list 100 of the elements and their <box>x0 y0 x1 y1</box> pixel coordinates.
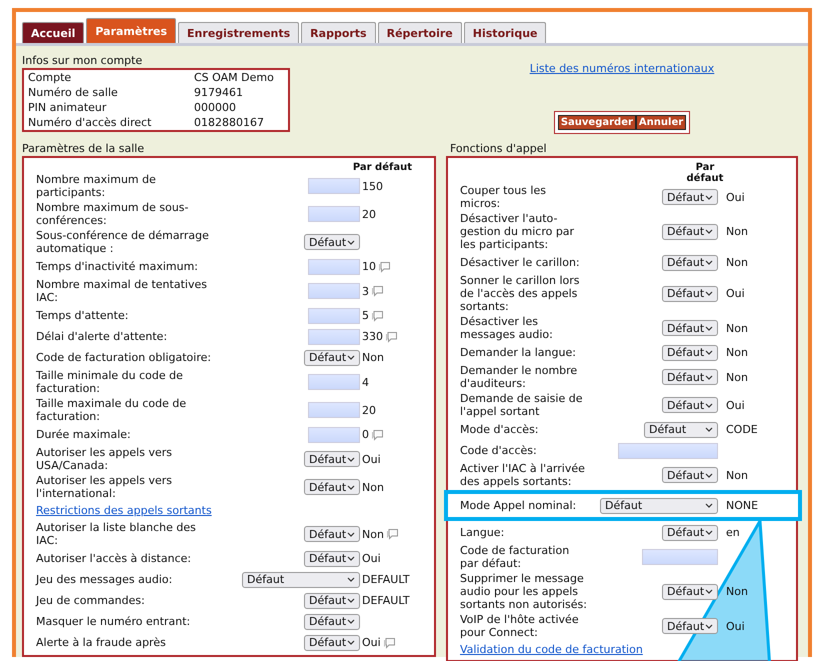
comment-icon[interactable] <box>371 310 384 322</box>
dropdown[interactable]: Défaut <box>662 320 718 336</box>
caret-icon <box>347 532 355 536</box>
default-value: 20 <box>362 404 376 416</box>
default-value: 150 <box>362 180 383 192</box>
default-value: Non <box>726 256 748 269</box>
setting-label: Code de facturation obligatoire: <box>36 351 212 364</box>
account-label: Numéro de salle <box>28 86 119 99</box>
dropdown[interactable]: Défaut <box>304 350 360 366</box>
setting-label: Code d'accès: <box>460 444 538 457</box>
dropdown[interactable]: Défaut <box>304 592 360 608</box>
dropdown[interactable]: Défaut <box>304 526 360 542</box>
international-numbers-link[interactable]: Liste des numéros internationaux <box>530 62 714 75</box>
setting-label: Demander la langue: <box>460 346 577 359</box>
default-value: 330 <box>362 330 383 343</box>
setting-label: Délai d'alerte d'attente: <box>36 330 168 343</box>
caret-icon <box>705 374 713 380</box>
dropdown[interactable]: Défaut <box>242 572 360 588</box>
comment-icon[interactable] <box>386 528 399 540</box>
comment-icon[interactable] <box>378 260 391 272</box>
input-field[interactable] <box>308 426 360 442</box>
setting-label: Couper tous les micros: <box>460 184 547 210</box>
dropdown[interactable]: Défaut <box>304 614 360 630</box>
dropdown[interactable]: Défaut <box>304 451 360 467</box>
input-field[interactable] <box>308 258 360 274</box>
caret-icon <box>705 472 713 478</box>
setting-label: Taille maximale du code de facturation: <box>36 397 188 423</box>
caret-icon <box>705 291 713 296</box>
caret-icon <box>705 229 713 234</box>
input-field[interactable] <box>308 402 360 418</box>
caret-icon <box>705 326 713 330</box>
action-button[interactable]: Sauvegarder <box>558 115 636 130</box>
caret-icon <box>705 589 713 594</box>
setting-label: Temps d'attente: <box>36 309 130 322</box>
comment-icon[interactable] <box>371 285 384 297</box>
dropdown[interactable]: Défaut <box>600 498 718 514</box>
section-title: Infos sur mon compte <box>22 54 144 67</box>
restrictions-link[interactable]: Restrictions des appels sortants <box>36 504 212 517</box>
input-field[interactable] <box>308 206 360 222</box>
setting-label: Sonner le carillon lors de l'accès des appels sortants: <box>460 274 580 313</box>
input-field[interactable] <box>618 442 718 458</box>
action-button[interactable]: Annuler <box>636 115 686 130</box>
default-value: Oui <box>362 452 381 466</box>
comment-icon[interactable] <box>371 428 384 440</box>
dropdown[interactable]: Défaut <box>662 344 718 360</box>
dropdown[interactable]: Défaut <box>662 286 718 302</box>
setting-label: Demande de saisie de l'appel sortant <box>460 392 584 418</box>
comment-icon[interactable] <box>385 330 398 342</box>
default-value: Non <box>726 225 748 238</box>
dropdown[interactable]: Défaut <box>662 524 718 540</box>
dropdown[interactable]: Défaut <box>662 369 718 385</box>
dropdown[interactable]: Défaut <box>644 422 718 438</box>
dropdown[interactable]: Défaut <box>662 189 718 205</box>
input-field[interactable] <box>308 308 360 324</box>
dropdown[interactable]: Défaut <box>662 618 718 634</box>
tab[interactable]: Historique <box>464 22 546 43</box>
setting-label: Autoriser l'accès à distance: <box>36 552 192 565</box>
account-value: 0182880167 <box>194 116 265 129</box>
setting-label: Alerte à la fraude après <box>36 636 167 649</box>
default-value: Non <box>726 370 748 384</box>
account-value: 000000 <box>194 101 237 114</box>
section-title: Paramètres de la salle <box>22 142 146 155</box>
input-field[interactable] <box>308 328 360 344</box>
default-value: Oui <box>726 190 745 204</box>
setting-label: Langue: <box>460 526 506 539</box>
dropdown[interactable]: Défaut <box>304 479 360 495</box>
tab[interactable]: Répertoire <box>378 22 462 43</box>
setting-label: Désactiver le carillon: <box>460 256 581 269</box>
input-field[interactable] <box>308 178 360 194</box>
section-title: Fonctions d'appel <box>450 142 548 155</box>
dropdown[interactable]: Défaut <box>662 584 718 600</box>
dropdown[interactable]: Défaut <box>304 550 360 566</box>
caret-icon <box>705 427 713 432</box>
input-field[interactable] <box>308 283 360 299</box>
dropdown[interactable]: Défaut <box>304 634 360 650</box>
default-value: Non <box>362 351 384 364</box>
default-value: NONE <box>726 499 758 512</box>
dropdown[interactable]: Défaut <box>662 224 718 240</box>
tab[interactable]: Rapports <box>301 22 376 43</box>
setting-label: Autoriser les appels vers l'international: <box>36 474 173 500</box>
tab[interactable]: Accueil <box>22 22 84 43</box>
dropdown[interactable]: Défaut <box>662 254 718 270</box>
default-value: 3 <box>362 284 369 298</box>
input-field[interactable] <box>308 374 360 390</box>
setting-label: Masquer le numéro entrant: <box>36 615 192 628</box>
caret-icon <box>705 350 713 355</box>
setting-label: Nombre maximum de sous-conférences: <box>36 201 190 227</box>
dropdown[interactable]: Défaut <box>662 467 718 483</box>
tab[interactable]: Enregistrements <box>178 22 300 43</box>
default-value: Oui <box>362 552 381 565</box>
dropdown[interactable]: Défaut <box>662 397 718 413</box>
default-value: DEFAULT <box>362 594 410 607</box>
setting-label: Demander le nombre d'auditeurs: <box>460 364 578 390</box>
account-label: Compte <box>28 71 72 84</box>
comment-icon[interactable] <box>382 636 396 648</box>
billing-validation-link[interactable]: Validation du code de facturation <box>460 643 643 656</box>
dropdown[interactable]: Défaut <box>304 234 360 250</box>
setting-label: Activer l'IAC à l'arrivée des appels sortants: <box>460 462 586 488</box>
tab[interactable]: Paramètres <box>86 18 176 43</box>
input-field[interactable] <box>642 549 718 565</box>
